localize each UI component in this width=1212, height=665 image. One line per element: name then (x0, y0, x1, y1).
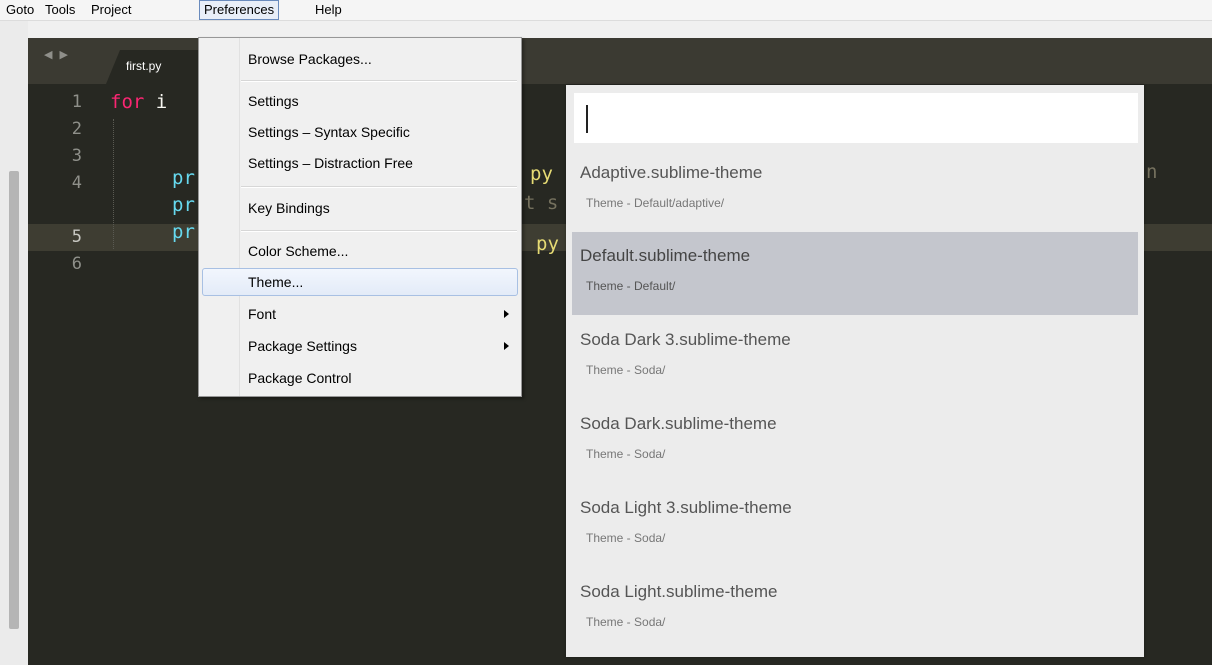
menu-item-theme[interactable]: Theme... (248, 270, 303, 294)
menu-item-key-bindings[interactable]: Key Bindings (248, 196, 330, 220)
menu-item-color-scheme[interactable]: Color Scheme... (248, 239, 348, 263)
code-function: pr (172, 167, 195, 189)
theme-option-title: Soda Dark 3.sublime-theme (580, 330, 791, 349)
code-line-4: pr (172, 192, 195, 219)
line-number: 1 (71, 92, 82, 112)
code-line-5-right: py (536, 231, 559, 258)
code-function: pr (172, 221, 195, 243)
code-text: n (1146, 161, 1158, 183)
line-number: 2 (71, 119, 82, 139)
menu-tools[interactable]: Tools (41, 0, 79, 20)
vertical-scrollbar[interactable] (9, 171, 19, 629)
text-caret (586, 105, 588, 133)
theme-option[interactable]: Soda Light.sublime-theme Theme - Soda/ (572, 568, 1138, 651)
code-identifier: i (155, 91, 168, 113)
code-function: pr (172, 194, 195, 216)
indent-guide (113, 119, 114, 249)
quick-panel-input[interactable] (574, 93, 1138, 143)
menu-item-settings-syntax[interactable]: Settings – Syntax Specific (248, 120, 410, 144)
submenu-arrow-icon (504, 310, 509, 318)
menu-item-font[interactable]: Font (248, 302, 276, 326)
theme-option-path: Theme - Soda/ (586, 615, 666, 629)
theme-option-title: Adaptive.sublime-theme (580, 163, 763, 182)
code-string: py (536, 233, 559, 255)
theme-option[interactable]: Adaptive.sublime-theme Theme - Default/a… (572, 149, 1138, 232)
menu-icon-gutter (239, 38, 240, 396)
menu-project[interactable]: Project (87, 0, 135, 20)
theme-option-title: Soda Light.sublime-theme (580, 582, 778, 601)
line-number-active: 5 (28, 224, 82, 251)
code-line-4-right: t s (524, 190, 558, 217)
tab-nav-arrows-icon[interactable]: ◀ ▶ (44, 48, 70, 61)
submenu-arrow-icon (504, 342, 509, 350)
theme-option-path: Theme - Soda/ (586, 363, 666, 377)
menu-item-package-settings[interactable]: Package Settings (248, 334, 357, 358)
theme-option[interactable]: Soda Dark.sublime-theme Theme - Soda/ (572, 400, 1138, 483)
line-number: 6 (71, 254, 82, 274)
line-number: 4 (71, 173, 82, 193)
menu-separator (241, 80, 517, 82)
tab-label: first.py (126, 59, 162, 73)
menu-separator (241, 186, 517, 188)
theme-option[interactable]: Soda Light 3.sublime-theme Theme - Soda/ (572, 484, 1138, 567)
preferences-dropdown: Browse Packages... Settings Settings – S… (198, 37, 522, 397)
code-line-3: pr (172, 165, 195, 192)
menu-preferences[interactable]: Preferences (199, 0, 280, 20)
theme-option-selected[interactable]: Default.sublime-theme Theme - Default/ (572, 232, 1138, 315)
code-line-5: pr (172, 219, 195, 246)
window-frame-left (0, 21, 28, 665)
menu-item-settings-distraction[interactable]: Settings – Distraction Free (248, 151, 413, 175)
code-string: py (530, 163, 553, 185)
theme-option-path: Theme - Soda/ (586, 531, 666, 545)
menu-help[interactable]: Help (311, 0, 346, 20)
code-line-3-tail: n (1146, 159, 1157, 186)
theme-option-title: Soda Light 3.sublime-theme (580, 498, 792, 517)
theme-option-path: Theme - Default/ (586, 279, 676, 293)
menu-item-package-control[interactable]: Package Control (248, 366, 352, 390)
theme-option-title: Soda Dark.sublime-theme (580, 414, 777, 433)
code-keyword: for (110, 91, 145, 113)
theme-option-path: Theme - Default/adaptive/ (586, 196, 725, 210)
menu-item-browse-packages[interactable]: Browse Packages... (248, 47, 372, 71)
theme-option[interactable]: Soda Dark 3.sublime-theme Theme - Soda/ (572, 316, 1138, 399)
code-line-1: for i (110, 89, 167, 116)
menu-goto[interactable]: Goto (2, 0, 38, 20)
menu-bar: Goto Tools Project Preferences Help (0, 0, 1212, 21)
theme-option-path: Theme - Soda/ (586, 447, 666, 461)
menu-item-settings[interactable]: Settings (248, 89, 299, 113)
theme-quick-panel: Adaptive.sublime-theme Theme - Default/a… (566, 85, 1144, 657)
code-text: t s (524, 192, 559, 214)
theme-option-title: Default.sublime-theme (580, 246, 751, 265)
menu-separator (241, 230, 517, 232)
line-number: 3 (71, 146, 82, 166)
code-line-3-right: py (530, 161, 553, 188)
